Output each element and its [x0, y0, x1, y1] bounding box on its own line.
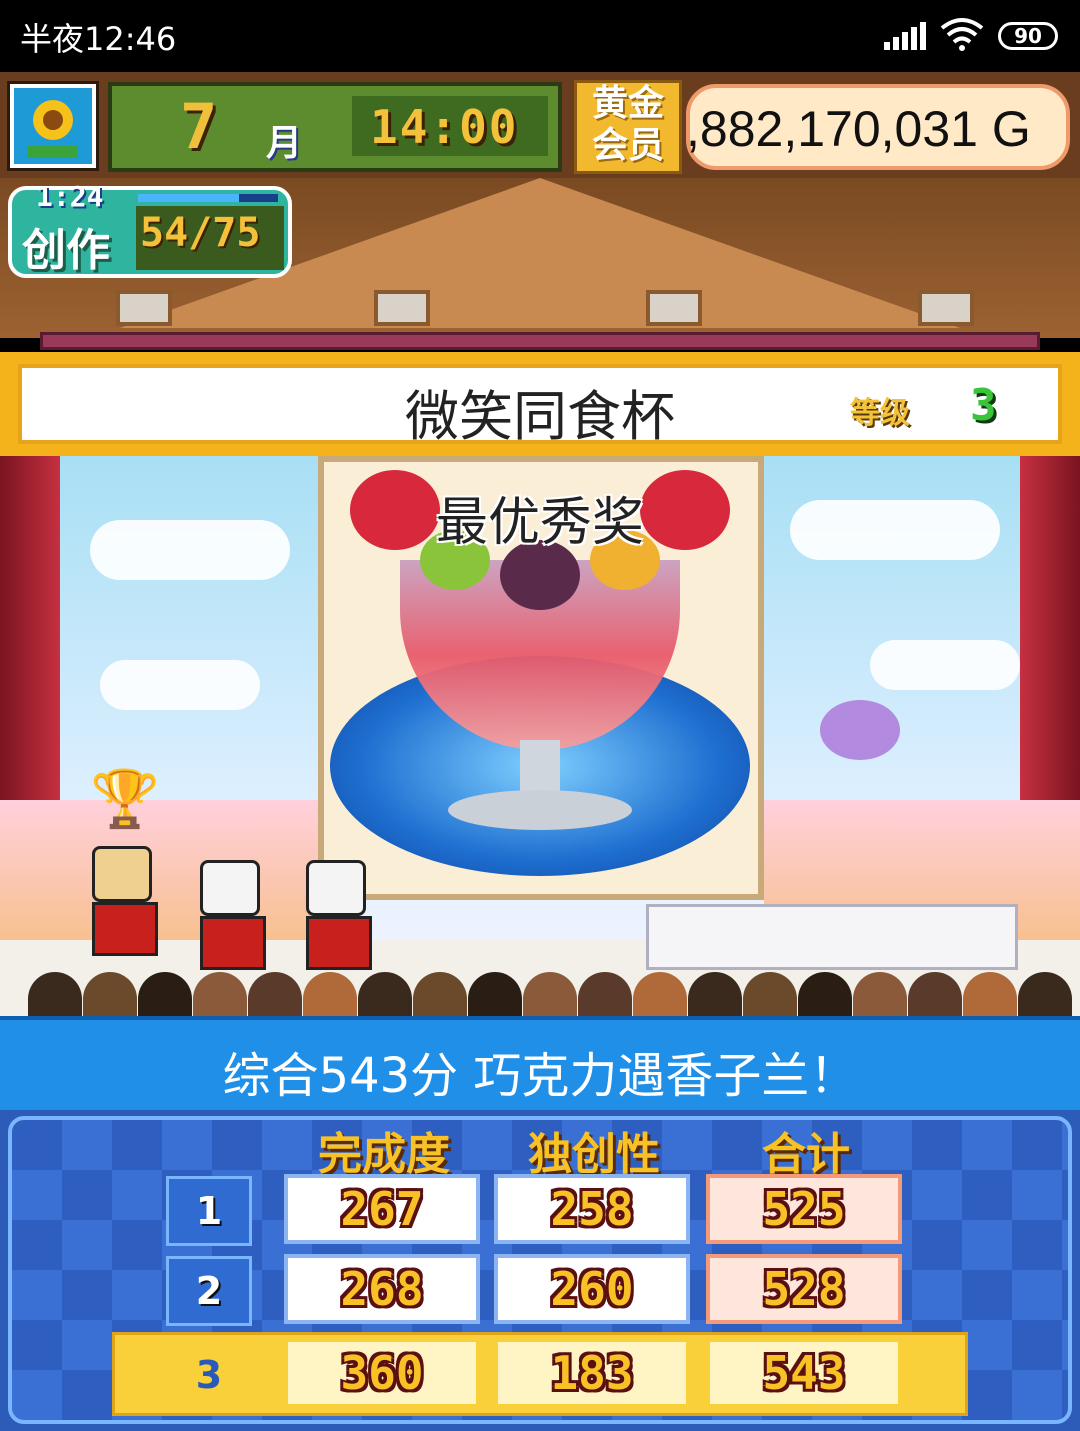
score-originality: 183	[494, 1338, 690, 1408]
create-timer: 1:24	[36, 180, 104, 213]
trophy-icon: 🏆	[90, 767, 160, 832]
create-label: 创作	[22, 225, 110, 276]
audience-head	[303, 972, 357, 1018]
award-title: 最优秀奖	[435, 493, 644, 553]
score-originality: 258	[494, 1174, 690, 1244]
score-total: 528	[706, 1254, 902, 1324]
audience-head	[138, 972, 192, 1018]
parfait-base	[448, 790, 632, 830]
score-total: 543	[706, 1338, 902, 1408]
status-time: 半夜12:46	[20, 20, 177, 58]
audience-head	[633, 972, 687, 1018]
roof-vent	[646, 290, 702, 326]
audience-head	[688, 972, 742, 1018]
menu-button[interactable]	[7, 81, 99, 171]
contest-title: 微笑同食杯	[405, 385, 675, 448]
audience-head	[853, 972, 907, 1018]
audience-head	[963, 972, 1017, 1018]
result-message: 综合543分 巧克力遇香子兰！	[222, 1048, 858, 1104]
money-amount: ,882,170,031 G	[686, 101, 1031, 157]
audience-head	[468, 972, 522, 1018]
column-header-originality: 独创性	[528, 1129, 660, 1180]
player-chef	[92, 846, 162, 956]
audience-head	[358, 972, 412, 1018]
audience-head	[28, 972, 82, 1018]
roof-vent	[374, 290, 430, 326]
grade-value: 3	[970, 380, 997, 431]
cloud	[870, 640, 1020, 690]
planet-decoration	[820, 700, 900, 760]
wifi-icon	[940, 18, 984, 51]
audience-head	[743, 972, 797, 1018]
audience-head	[1018, 972, 1072, 1018]
game-clock: 14:00	[370, 100, 519, 154]
score-completion: 267	[284, 1174, 480, 1244]
status-bar: 半夜12:46 90	[0, 0, 1080, 72]
create-progress-fill	[138, 194, 239, 202]
audience-head	[83, 972, 137, 1018]
signal-icon	[884, 22, 926, 50]
roof-vent	[116, 290, 172, 326]
column-header-completion: 完成度	[318, 1129, 450, 1180]
judge-table	[646, 904, 1018, 970]
rival-chef	[306, 860, 376, 970]
battery-icon: 90	[998, 22, 1058, 50]
audience-head	[798, 972, 852, 1018]
month-number: 7	[180, 90, 218, 163]
create-count: 54/75	[140, 210, 261, 256]
score-originality: 260	[494, 1254, 690, 1324]
audience-head	[578, 972, 632, 1018]
month-label: 月	[266, 123, 303, 164]
rank-label: 1	[166, 1176, 252, 1246]
audience-head	[908, 972, 962, 1018]
roof-vent	[918, 290, 974, 326]
sunflower-icon	[28, 100, 78, 158]
column-header-total: 合计	[762, 1129, 850, 1180]
rank-label: 3	[166, 1340, 252, 1410]
grade-label: 等级	[850, 396, 910, 431]
audience-head	[248, 972, 302, 1018]
score-total: 525	[706, 1174, 902, 1244]
audience-head	[523, 972, 577, 1018]
score-completion: 360	[284, 1338, 480, 1408]
score-completion: 268	[284, 1254, 480, 1324]
rival-chef	[200, 860, 270, 970]
gold-member-badge: 黄金会员	[574, 80, 682, 174]
cake-pile-left	[0, 800, 330, 940]
audience-head	[193, 972, 247, 1018]
audience-head	[413, 972, 467, 1018]
rank-label: 2	[166, 1256, 252, 1326]
cloud	[100, 660, 260, 710]
stage-rail	[40, 332, 1040, 350]
